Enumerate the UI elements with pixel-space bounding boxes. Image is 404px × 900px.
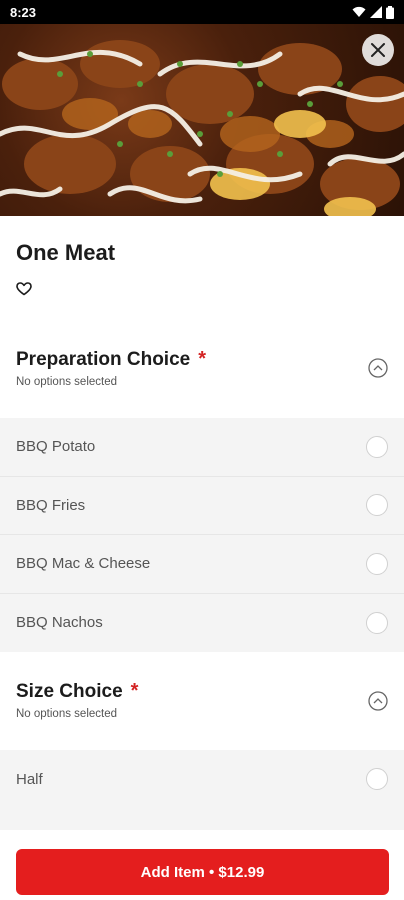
section-title-text: Size Choice bbox=[16, 681, 123, 702]
options-list-preparation: BBQ Potato BBQ Fries BBQ Mac & Cheese BB… bbox=[0, 418, 404, 652]
close-icon bbox=[371, 43, 385, 57]
food-photo bbox=[0, 40, 404, 216]
heart-outline-icon[interactable] bbox=[16, 282, 32, 296]
option-bbq-nachos[interactable]: BBQ Nachos bbox=[0, 594, 404, 653]
option-label: Half bbox=[16, 770, 43, 788]
option-label: BBQ Fries bbox=[16, 496, 86, 514]
radio-button[interactable] bbox=[366, 611, 388, 634]
option-label: BBQ Nachos bbox=[16, 614, 103, 632]
section-title: Size Choice * bbox=[16, 680, 138, 703]
required-mark: * bbox=[130, 680, 139, 702]
status-bar: 8:23 bbox=[0, 0, 404, 24]
radio-button[interactable] bbox=[366, 494, 388, 517]
radio-button[interactable] bbox=[366, 552, 388, 575]
radio-button[interactable] bbox=[366, 435, 388, 458]
chevron-up-icon[interactable] bbox=[368, 358, 388, 378]
radio-button[interactable] bbox=[366, 768, 388, 791]
signal-icon bbox=[370, 6, 382, 18]
hero-image bbox=[0, 24, 404, 216]
section-header-size[interactable]: Size Choice * No options selected bbox=[0, 670, 404, 750]
bottom-bar: Add Item • $12.99 bbox=[0, 830, 404, 900]
section-title-text: Preparation Choice bbox=[16, 349, 191, 370]
options-list-size: Half bbox=[0, 750, 404, 830]
option-label: BBQ Mac & Cheese bbox=[16, 555, 151, 573]
option-label: BBQ Potato bbox=[16, 438, 96, 456]
section-title: Preparation Choice * bbox=[16, 348, 206, 371]
option-bbq-fries[interactable]: BBQ Fries bbox=[0, 477, 404, 535]
add-item-button[interactable]: Add Item • $12.99 bbox=[16, 849, 389, 895]
section-header-preparation[interactable]: Preparation Choice * No options selected bbox=[0, 338, 404, 418]
section-subtitle: No options selected bbox=[16, 376, 118, 388]
option-bbq-mac-cheese[interactable]: BBQ Mac & Cheese bbox=[0, 535, 404, 594]
status-icons bbox=[352, 5, 394, 19]
close-button[interactable] bbox=[362, 34, 394, 66]
section-subtitle: No options selected bbox=[16, 708, 118, 720]
option-half[interactable]: Half bbox=[0, 750, 404, 809]
item-title: One Meat bbox=[16, 240, 116, 265]
required-mark: * bbox=[198, 348, 207, 370]
status-time: 8:23 bbox=[10, 4, 37, 20]
option-bbq-potato[interactable]: BBQ Potato bbox=[0, 418, 404, 477]
battery-icon bbox=[386, 5, 394, 19]
wifi-icon bbox=[352, 6, 366, 17]
chevron-up-icon[interactable] bbox=[368, 691, 388, 711]
